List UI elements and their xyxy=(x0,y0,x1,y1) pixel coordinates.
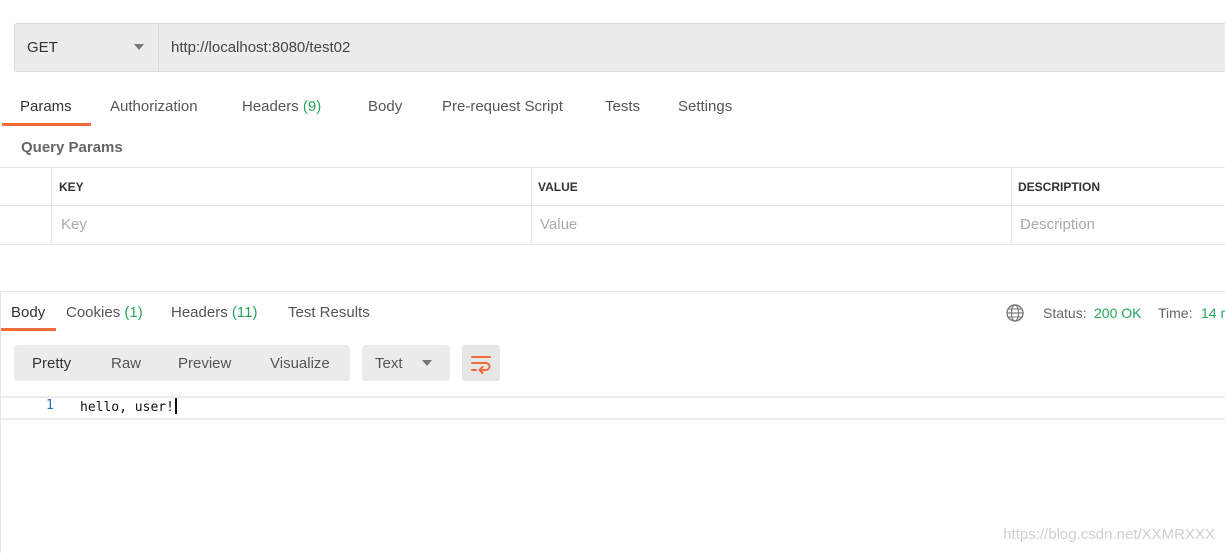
response-body-editor[interactable]: hello, user! xyxy=(80,398,177,415)
method-label: GET xyxy=(27,39,58,56)
response-tab-headers[interactable]: Headers (11) xyxy=(171,304,257,321)
wrap-lines-icon xyxy=(470,352,492,374)
table-column-divider xyxy=(1011,167,1012,244)
column-header-description: DESCRIPTION xyxy=(1018,180,1101,194)
tab-headers[interactable]: Headers (9) xyxy=(242,98,321,115)
raw-button[interactable]: Raw xyxy=(111,355,141,372)
active-response-tab-indicator xyxy=(0,328,56,331)
param-description-input[interactable]: Description xyxy=(1020,216,1095,233)
response-tab-headers-label: Headers xyxy=(171,304,228,321)
response-body-text: hello, user! xyxy=(80,400,174,415)
tab-authorization[interactable]: Authorization xyxy=(110,98,198,115)
tab-prerequest-script[interactable]: Pre-request Script xyxy=(442,98,563,115)
table-header-divider xyxy=(0,205,1225,206)
table-column-divider xyxy=(531,167,532,244)
format-select-label: Text xyxy=(375,355,403,372)
response-tab-cookies[interactable]: Cookies (1) xyxy=(66,304,143,321)
current-line-highlight xyxy=(0,396,1225,420)
tab-settings[interactable]: Settings xyxy=(678,98,732,115)
globe-icon[interactable] xyxy=(1005,303,1025,323)
table-column-divider xyxy=(51,167,52,244)
param-value-input[interactable]: Value xyxy=(540,216,577,233)
time-value[interactable]: 14 r xyxy=(1201,305,1225,321)
request-bar: GET http://localhost:8080/test02 xyxy=(14,23,1225,72)
method-select[interactable]: GET xyxy=(15,24,159,71)
status-label: Status: xyxy=(1043,305,1087,321)
column-header-value: VALUE xyxy=(538,180,578,194)
panel-left-border xyxy=(0,291,1,553)
response-divider[interactable] xyxy=(0,291,1225,292)
chevron-down-icon xyxy=(422,360,432,366)
chevron-down-icon xyxy=(134,44,144,50)
response-tab-cookies-count: (1) xyxy=(124,304,143,321)
visualize-button[interactable]: Visualize xyxy=(270,355,330,372)
watermark: https://blog.csdn.net/XXMRXXX xyxy=(1003,526,1215,543)
column-header-key: KEY xyxy=(59,180,84,194)
tab-headers-count: (9) xyxy=(302,98,322,115)
tab-headers-label: Headers xyxy=(242,98,299,115)
line-number: 1 xyxy=(46,398,54,413)
tab-tests[interactable]: Tests xyxy=(605,98,640,115)
active-tab-indicator xyxy=(2,123,91,126)
preview-button[interactable]: Preview xyxy=(178,355,231,372)
response-tab-test-results[interactable]: Test Results xyxy=(288,304,370,321)
table-border-bottom xyxy=(0,244,1225,245)
param-key-input[interactable]: Key xyxy=(61,216,87,233)
tab-params[interactable]: Params xyxy=(20,98,72,115)
text-cursor xyxy=(174,398,177,414)
tab-body[interactable]: Body xyxy=(368,98,402,115)
url-input[interactable]: http://localhost:8080/test02 xyxy=(171,39,350,56)
response-tab-headers-count: (11) xyxy=(231,304,258,321)
response-tab-cookies-label: Cookies xyxy=(66,304,121,321)
wrap-lines-button[interactable] xyxy=(462,345,500,381)
status-value[interactable]: 200 OK xyxy=(1094,305,1141,321)
time-label: Time: xyxy=(1158,305,1193,321)
query-params-title: Query Params xyxy=(21,139,123,156)
pretty-button[interactable]: Pretty xyxy=(32,355,71,372)
table-border-top xyxy=(0,167,1225,168)
response-tab-body[interactable]: Body xyxy=(11,304,45,321)
